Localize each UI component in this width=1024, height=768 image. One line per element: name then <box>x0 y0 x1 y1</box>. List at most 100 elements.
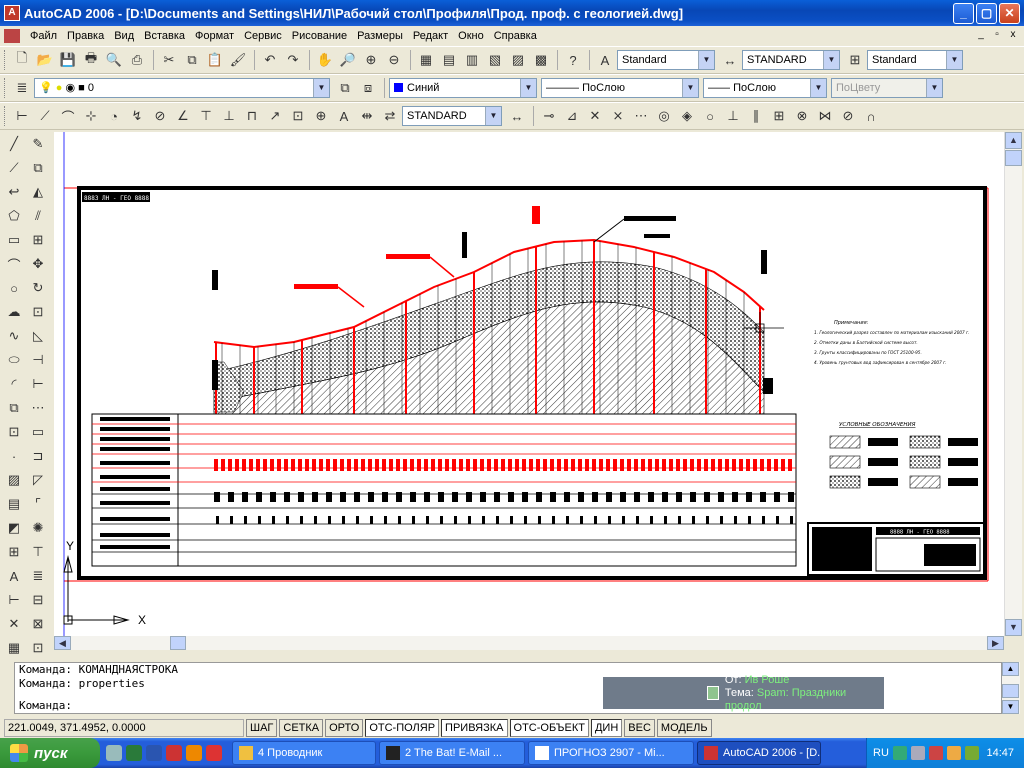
menu-modify[interactable]: Редакт <box>409 30 454 42</box>
sheet-set-icon[interactable]: ▧ <box>484 49 506 71</box>
model-toggle[interactable]: МОДЕЛЬ <box>656 719 712 737</box>
task-explorer[interactable]: 4 Проводник <box>232 741 376 765</box>
plot-preview-icon[interactable]: 🔍 <box>103 49 125 71</box>
scale-icon[interactable]: ⊡ <box>27 301 49 323</box>
title-bar[interactable]: A AutoCAD 2006 - [D:\Documents and Setti… <box>0 0 1024 26</box>
undo-icon[interactable]: ↶ <box>259 49 281 71</box>
menu-format[interactable]: Формат <box>191 30 240 42</box>
doc-restore-button[interactable]: ▫ <box>990 29 1004 42</box>
snap-toggle[interactable]: ШАГ <box>246 719 278 737</box>
block-attribute-icon[interactable]: ⊟ <box>27 589 49 611</box>
menu-help[interactable]: Справка <box>490 30 543 42</box>
move-icon[interactable]: ✥ <box>27 253 49 275</box>
revision-cloud-icon[interactable]: ☁ <box>3 301 25 323</box>
menu-tools[interactable]: Сервис <box>240 30 288 42</box>
minimize-button[interactable]: _ <box>953 2 974 24</box>
color-select[interactable]: Синий ▼ <box>389 78 537 98</box>
command-prompt[interactable]: Команда: <box>19 699 72 713</box>
network-icon[interactable] <box>892 746 907 760</box>
scroll-right-icon[interactable]: ▶ <box>987 636 1004 650</box>
paste-icon[interactable]: 📋 <box>204 49 226 71</box>
radius-dim-icon[interactable]: ◔ <box>103 105 125 127</box>
jogged-dim-icon[interactable]: ↯ <box>126 105 148 127</box>
make-layer-current-icon[interactable]: ⧉ <box>334 77 356 99</box>
arc-icon[interactable]: ⌒ <box>3 253 25 275</box>
menu-insert[interactable]: Вставка <box>140 30 191 42</box>
menu-draw[interactable]: Рисование <box>288 30 353 42</box>
layer-manager-icon[interactable]: ≣ <box>11 77 33 99</box>
calculator-icon[interactable]: ▩ <box>530 49 552 71</box>
maximize-button[interactable]: ▢ <box>976 2 997 24</box>
menu-edit[interactable]: Правка <box>63 30 110 42</box>
angular-dim-icon[interactable]: ∠ <box>172 105 194 127</box>
grid-toggle[interactable]: СЕТКА <box>279 719 324 737</box>
task-thebat[interactable]: 2 The Bat! E-Mail ... <box>379 741 525 765</box>
center-mark-icon[interactable]: ⊕ <box>310 105 332 127</box>
coordinates-display[interactable]: 221.0049, 371.4952, 0.0000 <box>4 719 244 737</box>
circle-icon[interactable]: ○ <box>3 277 25 299</box>
dim-style-icon[interactable]: ↔ <box>719 49 741 71</box>
document-menu-icon[interactable] <box>4 29 20 43</box>
extend-icon[interactable]: ⊢ <box>27 373 49 395</box>
snap-quadrant-icon[interactable]: ◈ <box>676 105 698 127</box>
mtext-icon[interactable]: A <box>3 565 25 587</box>
drawing-svg[interactable]: 8883 ЛН - ГЕО 8888 Примечания: 1. Геолог… <box>54 132 1004 636</box>
join-icon[interactable]: ⊐ <box>27 445 49 467</box>
menu-view[interactable]: Вид <box>110 30 140 42</box>
explode-icon[interactable]: ✕ <box>3 613 25 635</box>
rectangle-icon[interactable]: ▭ <box>3 229 25 251</box>
spline-icon[interactable]: ∿ <box>3 325 25 347</box>
scroll-down-icon[interactable]: ▼ <box>1005 619 1022 636</box>
table-style-icon[interactable]: ⊞ <box>844 49 866 71</box>
chamfer-icon[interactable]: ◸ <box>27 469 49 491</box>
arc-length-icon[interactable]: ⌒ <box>57 105 79 127</box>
linetype-select[interactable]: ——— ПоСлою ▼ <box>541 78 699 98</box>
dim-text-edit-icon[interactable]: ⇹ <box>356 105 378 127</box>
osnap-settings-icon[interactable]: ∩ <box>860 105 882 127</box>
scroll-thumb[interactable] <box>1002 684 1019 698</box>
command-scrollbar[interactable]: ▲ ▼ <box>1002 662 1020 714</box>
toolbar-grip[interactable] <box>4 78 7 98</box>
text-style-select[interactable]: Standard ▼ <box>617 50 715 70</box>
region-icon[interactable]: ◩ <box>3 517 25 539</box>
make-block-icon[interactable]: ⊡ <box>3 421 25 443</box>
linear-dim-icon[interactable]: ⊢ <box>11 105 33 127</box>
pan-icon[interactable]: ✋ <box>314 49 336 71</box>
lwt-toggle[interactable]: ВЕС <box>624 719 655 737</box>
publish-icon[interactable]: ⎙ <box>126 49 148 71</box>
lineweight-select[interactable]: —— ПоСлою ▼ <box>703 78 827 98</box>
dyn-toggle[interactable]: ДИН <box>590 719 623 737</box>
insert-block-icon[interactable]: ⧉ <box>3 397 25 419</box>
dim-quick-icon[interactable]: ⊤ <box>27 541 49 563</box>
doc-close-button[interactable]: x <box>1006 29 1020 42</box>
dim-edit-icon[interactable]: A <box>333 105 355 127</box>
layer-tools-icon[interactable]: ≣ <box>27 565 49 587</box>
offset-icon[interactable]: ⫽ <box>27 205 49 227</box>
scroll-thumb[interactable] <box>170 636 186 650</box>
snap-midpoint-icon[interactable]: ⊿ <box>561 105 583 127</box>
rotate-icon[interactable]: ↻ <box>27 277 49 299</box>
erase-icon[interactable]: ✎ <box>27 133 49 155</box>
snap-perpendicular-icon[interactable]: ⊥ <box>722 105 744 127</box>
baseline-dim-icon[interactable]: ⊥ <box>218 105 240 127</box>
print-icon[interactable]: 🖶 <box>80 49 102 71</box>
new-icon[interactable]: 🗋 <box>11 49 33 71</box>
table-icon[interactable]: ⊞ <box>3 541 25 563</box>
dim-linear-left-icon[interactable]: ⊢ <box>3 589 25 611</box>
snap-tangent-icon[interactable]: ○ <box>699 105 721 127</box>
match-properties-icon[interactable]: 🖌 <box>227 49 249 71</box>
point-icon[interactable]: · <box>3 445 25 467</box>
scroll-thumb[interactable] <box>1005 150 1022 166</box>
start-button[interactable]: пуск <box>0 738 100 768</box>
doc-minimize-button[interactable]: _ <box>974 29 988 42</box>
menu-file[interactable]: Файл <box>26 30 63 42</box>
word-icon[interactable] <box>146 745 162 761</box>
excel-icon[interactable] <box>126 745 142 761</box>
dim-style-select-2[interactable]: STANDARD ▼ <box>402 106 502 126</box>
stretch-icon[interactable]: ◺ <box>27 325 49 347</box>
design-center-icon[interactable]: ▤ <box>438 49 460 71</box>
show-desktop-icon[interactable] <box>106 745 122 761</box>
copy-icon[interactable]: ⧉ <box>181 49 203 71</box>
osnap-toggle[interactable]: ПРИВЯЗКА <box>441 719 508 737</box>
open-icon[interactable]: 📂 <box>34 49 56 71</box>
